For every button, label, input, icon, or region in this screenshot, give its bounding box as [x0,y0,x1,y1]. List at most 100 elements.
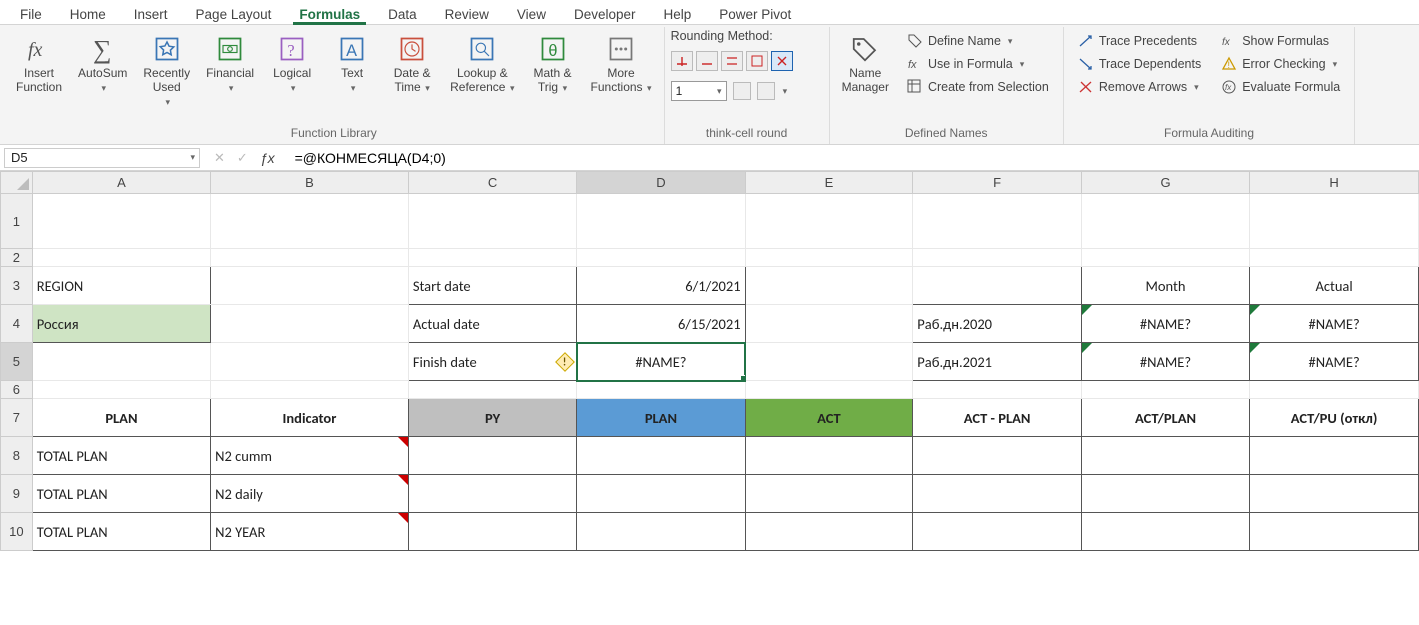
tab-review[interactable]: Review [431,4,503,24]
tab-powerpivot[interactable]: Power Pivot [705,4,805,24]
recently-used-button[interactable]: RecentlyUsed▾ [137,29,196,112]
cell-B7[interactable]: Indicator [211,399,409,437]
cell-B1[interactable] [211,194,409,249]
cell-D7[interactable]: PLAN [577,399,745,437]
name-box[interactable]: D5▾ [4,148,200,168]
cell-A3[interactable]: REGION [32,267,210,305]
cell-F6[interactable] [913,381,1082,399]
tab-insert[interactable]: Insert [120,4,182,24]
financial-button[interactable]: Financial▾ [200,29,260,99]
cell-A9[interactable]: TOTAL PLAN [32,475,210,513]
remove-arrows-button[interactable]: Remove Arrows▾ [1074,77,1205,97]
tc-precision-input[interactable]: 1▾ [671,81,727,101]
cell-B6[interactable] [211,381,409,399]
cell-H8[interactable] [1250,437,1419,475]
cell-E10[interactable] [745,513,913,551]
accept-formula-button[interactable]: ✓ [237,150,248,166]
cell-A8[interactable]: TOTAL PLAN [32,437,210,475]
cell-E3[interactable] [745,267,913,305]
cell-E8[interactable] [745,437,913,475]
cell-C4[interactable]: Actual date [408,305,576,343]
cell-C10[interactable] [408,513,576,551]
use-in-formula-button[interactable]: fx Use in Formula▾ [903,54,1053,74]
formula-input[interactable] [289,149,1419,167]
cell-E4[interactable] [745,305,913,343]
cell-B5[interactable] [211,343,409,381]
cell-G10[interactable] [1081,513,1249,551]
cell-G8[interactable] [1081,437,1249,475]
datetime-button[interactable]: Date &Time ▾ [384,29,440,99]
col-header-G[interactable]: G [1081,172,1249,194]
cancel-formula-button[interactable]: ✕ [214,150,225,166]
cell-G2[interactable] [1081,249,1249,267]
cell-F8[interactable] [913,437,1082,475]
cell-G6[interactable] [1081,381,1249,399]
col-header-C[interactable]: C [408,172,576,194]
col-header-H[interactable]: H [1250,172,1419,194]
row-header-4[interactable]: 4 [1,305,33,343]
cell-G7[interactable]: ACT/PLAN [1081,399,1249,437]
row-header-3[interactable]: 3 [1,267,33,305]
cell-C9[interactable] [408,475,576,513]
cell-B9[interactable]: N2 daily [211,475,409,513]
error-indicator-icon[interactable] [555,352,575,372]
define-name-button[interactable]: Define Name▾ [903,31,1053,51]
cell-A2[interactable] [32,249,210,267]
cell-G1[interactable] [1081,194,1249,249]
text-button[interactable]: A Text▾ [324,29,380,99]
cell-H4[interactable]: #NAME? [1250,305,1419,343]
cell-H5[interactable]: #NAME? [1250,343,1419,381]
row-header-6[interactable]: 6 [1,381,33,399]
row-header-7[interactable]: 7 [1,399,33,437]
logical-button[interactable]: ? Logical▾ [264,29,320,99]
cell-C7[interactable]: PY [408,399,576,437]
cell-G4[interactable]: #NAME? [1081,305,1249,343]
cell-A4[interactable]: Россия▾ [32,305,210,343]
tab-developer[interactable]: Developer [560,4,650,24]
math-button[interactable]: θ Math &Trig ▾ [525,29,581,99]
cell-F2[interactable] [913,249,1082,267]
col-header-F[interactable]: F [913,172,1082,194]
cell-E1[interactable] [745,194,913,249]
cell-C6[interactable] [408,381,576,399]
tc-mode-3[interactable] [721,51,743,71]
tab-formulas[interactable]: Formulas [285,4,374,24]
tab-pagelayout[interactable]: Page Layout [182,4,286,24]
col-header-E[interactable]: E [745,172,913,194]
evaluate-formula-button[interactable]: fx Evaluate Formula [1217,77,1344,97]
tab-data[interactable]: Data [374,4,431,24]
tc-mode-2[interactable] [696,51,718,71]
row-header-9[interactable]: 9 [1,475,33,513]
cell-H10[interactable] [1250,513,1419,551]
cell-B4[interactable] [211,305,409,343]
row-header-8[interactable]: 8 [1,437,33,475]
cell-C2[interactable] [408,249,576,267]
cell-A5[interactable] [32,343,210,381]
cell-H7[interactable]: ACT/PU (откл) [1250,399,1419,437]
fx-icon[interactable]: ƒx [260,150,275,166]
cell-D8[interactable] [577,437,745,475]
cell-D9[interactable] [577,475,745,513]
col-header-A[interactable]: A [32,172,210,194]
tc-opt-a[interactable] [733,82,751,100]
cell-H6[interactable] [1250,381,1419,399]
trace-dependents-button[interactable]: Trace Dependents [1074,54,1205,74]
cell-C8[interactable] [408,437,576,475]
col-header-B[interactable]: B [211,172,409,194]
create-from-selection-button[interactable]: Create from Selection [903,77,1053,97]
tab-help[interactable]: Help [650,4,706,24]
cell-H9[interactable] [1250,475,1419,513]
cell-E6[interactable] [745,381,913,399]
cell-B10[interactable]: N2 YEAR [211,513,409,551]
cell-F5[interactable]: Раб.дн.2021 [913,343,1082,381]
cell-C5[interactable]: Finish date [408,343,576,381]
cell-C1[interactable] [408,194,576,249]
cell-F3[interactable] [913,267,1082,305]
autosum-button[interactable]: ∑ AutoSum▾ [72,29,133,99]
cell-G3[interactable]: Month [1081,267,1249,305]
cell-E9[interactable] [745,475,913,513]
cell-F4[interactable]: Раб.дн.2020 [913,305,1082,343]
cell-F7[interactable]: ACT - PLAN [913,399,1082,437]
cell-A1[interactable] [32,194,210,249]
tab-home[interactable]: Home [56,4,120,24]
